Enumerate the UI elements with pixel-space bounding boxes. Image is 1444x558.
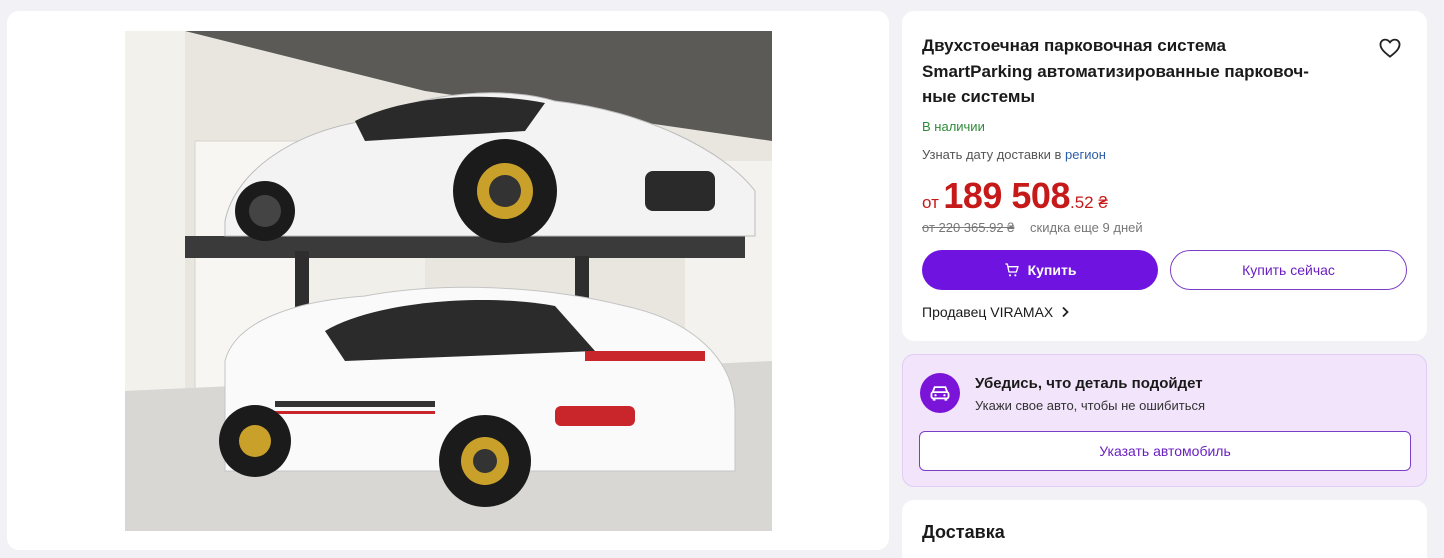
parking-lift-photo <box>125 31 772 531</box>
price-main: 189 508 <box>943 175 1070 216</box>
buy-now-label: Купить сейчас <box>1242 262 1335 278</box>
buy-button[interactable]: Купить <box>922 250 1158 290</box>
fitment-check-card: Убедись, что деталь подойдет Укажи свое … <box>902 354 1427 487</box>
fitment-subtitle: Укажи свое авто, чтобы не ошибиться <box>975 398 1206 413</box>
price-prefix: от <box>922 193 939 212</box>
product-title-line: ные системы <box>922 87 1035 106</box>
fitment-title: Убедись, что деталь подойдет <box>975 375 1203 392</box>
heart-icon <box>1379 38 1401 58</box>
specify-car-button[interactable]: Указать автомобиль <box>919 431 1411 471</box>
cart-icon <box>1004 263 1019 277</box>
product-title: Двухстоечная парковочная система SmartPa… <box>922 33 1352 110</box>
seller-label: Продавец VIRAMAX <box>922 304 1054 320</box>
product-gallery <box>7 11 889 550</box>
product-summary-card: Двухстоечная парковочная система SmartPa… <box>902 11 1427 341</box>
delivery-info: Узнать дату доставки в регион <box>922 147 1106 162</box>
shipping-title: Доставка <box>922 522 1005 542</box>
car-icon-badge <box>920 373 960 413</box>
seller-link[interactable]: Продавец VIRAMAX <box>922 304 1070 320</box>
price-fraction: .52 ₴ <box>1069 193 1108 212</box>
availability-status: В наличии <box>922 119 985 134</box>
buy-button-label: Купить <box>1027 262 1077 278</box>
product-title-line: SmartParking автоматизированные парковоч… <box>922 61 1309 81</box>
car-icon <box>930 386 950 401</box>
price: от 189 508.52 ₴ <box>922 175 1108 217</box>
buy-now-button[interactable]: Купить сейчас <box>1170 250 1407 290</box>
old-price-row: от 220 365.92 ₴ скидка еще 9 дней <box>922 220 1143 235</box>
product-photo[interactable] <box>125 31 772 531</box>
chevron-right-icon <box>1062 306 1070 318</box>
discount-note: скидка еще 9 дней <box>1030 220 1143 235</box>
shipping-card: Доставка <box>902 500 1427 558</box>
favorite-button[interactable] <box>1379 38 1401 58</box>
delivery-region-link[interactable]: регион <box>1065 147 1106 162</box>
delivery-text: Узнать дату доставки в <box>922 147 1062 162</box>
product-title-line: Двухстоечная парковочная система <box>922 36 1226 55</box>
old-price: от 220 365.92 ₴ <box>922 220 1015 235</box>
specify-car-label: Указать автомобиль <box>1099 443 1231 459</box>
